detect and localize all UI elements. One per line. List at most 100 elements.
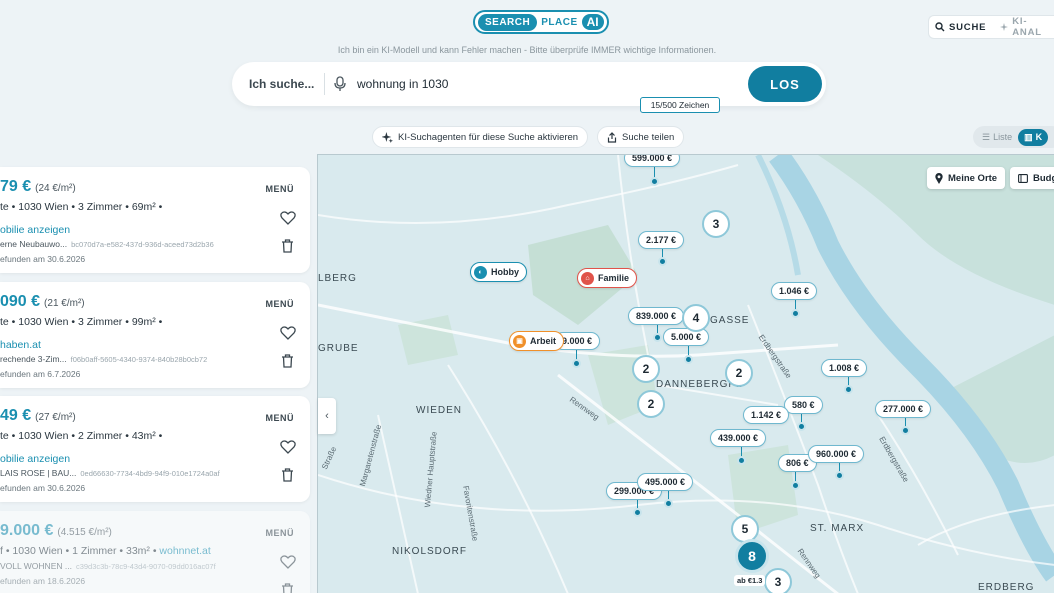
- heart-icon[interactable]: [280, 325, 296, 341]
- price-marker[interactable]: 580 €: [784, 396, 823, 414]
- price-marker[interactable]: 1.008 €: [821, 359, 868, 377]
- listing-card[interactable]: 79 € (24 €/m²) MENÜ te • 1030 Wien • 3 Zi…: [0, 167, 310, 273]
- listing-hash[interactable]: c39d3c3b-78c9-43d4-9070-09dd016ac07f: [76, 562, 216, 571]
- marker-dot: [633, 508, 642, 517]
- marker-dot: [791, 481, 800, 490]
- listing-subtitle: VOLL WOHNEN ... c39d3c3b-78c9-43d4-9070-0…: [0, 561, 216, 571]
- cluster-marker[interactable]: 2: [725, 359, 753, 387]
- cluster-marker[interactable]: 3: [764, 568, 792, 593]
- listing-link[interactable]: obilie anzeigen: [0, 224, 70, 236]
- marker-dot: [835, 471, 844, 480]
- map-background: [318, 155, 1054, 593]
- nav-suche-button[interactable]: SUCHE: [935, 22, 986, 33]
- cluster-marker[interactable]: 2: [632, 355, 660, 383]
- district-label: GASSE: [710, 315, 750, 326]
- price-marker[interactable]: 495.000 €: [637, 473, 694, 491]
- price-per-sqm: (4.515 €/m²): [57, 527, 112, 538]
- place-arbeit[interactable]: ▣ Arbeit: [509, 331, 565, 351]
- listing-hash[interactable]: f06b0aff-5605-4340-9374-840b28b0cb72: [71, 355, 208, 364]
- cluster-marker[interactable]: 3: [702, 210, 730, 238]
- marker-dot: [650, 177, 659, 186]
- price-marker[interactable]: 599.000 €: [624, 155, 681, 167]
- listing-menu-button[interactable]: MENÜ: [266, 413, 295, 423]
- listing-link[interactable]: obilie anzeigen: [0, 453, 70, 465]
- place-label: Hobby: [491, 267, 519, 277]
- place-familie[interactable]: ⌂ Familie: [577, 268, 638, 288]
- price-marker[interactable]: 277.000 €: [875, 400, 932, 418]
- listing-menu-button[interactable]: MENÜ: [266, 299, 295, 309]
- marker-dot: [572, 359, 581, 368]
- search-bar: Ich suche... LOS: [232, 62, 826, 106]
- search-prefix-label: Ich suche...: [249, 77, 315, 91]
- trash-icon[interactable]: [281, 583, 294, 593]
- ki-agents-button[interactable]: KI-Suchagenten für diese Suche aktiviere…: [372, 126, 589, 148]
- trash-icon[interactable]: [281, 468, 294, 482]
- collapse-panel-button[interactable]: ‹: [318, 398, 336, 434]
- listing-menu-button[interactable]: MENÜ: [266, 184, 295, 194]
- trash-icon[interactable]: [281, 239, 294, 253]
- map-view[interactable]: LBERG GRUBE WIEDEN DANNEBERGPL GASSE NIK…: [317, 154, 1054, 593]
- listing-price: 9.000 € (4.515 €/m²): [0, 522, 112, 539]
- listing-price: 79 € (24 €/m²): [0, 178, 76, 195]
- price-marker[interactable]: 439.000 €: [710, 429, 767, 447]
- logo-ai: AI: [581, 14, 604, 30]
- searchplace-logo[interactable]: SEARCH PLACE AI: [473, 10, 609, 34]
- price-marker[interactable]: 839.000 €: [628, 307, 685, 325]
- cluster-marker[interactable]: 4: [682, 304, 710, 332]
- cluster-marker[interactable]: 2: [637, 390, 665, 418]
- price-marker[interactable]: 1.046 €: [771, 282, 818, 300]
- listing-found-date: efunden am 30.6.2026: [0, 483, 86, 493]
- price-marker[interactable]: 2.177 €: [638, 231, 685, 249]
- sparkle-icon: [382, 131, 393, 143]
- microphone-icon[interactable]: [333, 76, 347, 92]
- price-marker[interactable]: 960.000 €: [808, 445, 865, 463]
- logo-search: SEARCH: [478, 13, 538, 31]
- listing-hash[interactable]: bc070d7a-e582-437d-936d-aceed73d2b36: [71, 240, 214, 249]
- nav-ki-label: KI-ANAL: [1012, 16, 1042, 38]
- heart-icon[interactable]: [280, 439, 296, 455]
- listing-subtitle: erne Neubauwo... bc070d7a-e582-437d-936d-…: [0, 239, 214, 249]
- listing-menu-button[interactable]: MENÜ: [266, 528, 295, 538]
- budget-button[interactable]: Budg: [1010, 167, 1054, 189]
- list-icon: ☰: [982, 131, 991, 142]
- listing-price: 090 € (21 €/m²): [0, 293, 85, 310]
- district-label: ST. MARX: [810, 523, 865, 534]
- marker-dot: [901, 426, 910, 435]
- listing-card[interactable]: 9.000 € (4.515 €/m²) MENÜ f • 1030 Wien •…: [0, 511, 310, 593]
- hobby-icon: ◐: [474, 265, 487, 279]
- logo-place: PLACE: [541, 16, 578, 28]
- price-per-sqm: (21 €/m²): [44, 298, 85, 309]
- heart-icon[interactable]: [280, 554, 296, 570]
- search-input[interactable]: [357, 77, 737, 91]
- listing-link[interactable]: haben.at: [0, 339, 41, 351]
- ai-disclaimer: Ich bin ein KI-Modell und kann Fehler ma…: [337, 45, 717, 55]
- listing-hash[interactable]: 0ed66630-7734-4bd9-94f9-010e1724a0af: [80, 469, 219, 478]
- listing-details: f • 1030 Wien • 1 Zimmer • 33m² • wohnne…: [0, 545, 211, 557]
- listing-source-link[interactable]: wohnnet.at: [159, 545, 210, 557]
- view-list-option[interactable]: ☰ Liste: [976, 132, 1018, 143]
- price-per-sqm: (27 €/m²): [35, 412, 76, 423]
- trash-icon[interactable]: [281, 354, 294, 368]
- share-icon: [607, 131, 617, 143]
- ki-agents-label: KI-Suchagenten für diese Suche aktiviere…: [398, 131, 579, 143]
- marker-dot: [844, 385, 853, 394]
- listing-card[interactable]: 49 € (27 €/m²) MENÜ te • 1030 Wien • 2 Zi…: [0, 396, 310, 502]
- share-search-button[interactable]: Suche teilen: [597, 126, 685, 148]
- nav-ki-analyse-button[interactable]: KI-ANAL: [1000, 16, 1048, 38]
- cluster-marker-selected[interactable]: 8: [735, 539, 769, 573]
- price-per-sqm: (24 €/m²): [35, 183, 76, 194]
- listing-found-date: efunden am 18.6.2026: [0, 576, 86, 586]
- sparkle-icon: [1000, 23, 1009, 31]
- price-marker[interactable]: 5.000 €: [663, 328, 710, 346]
- district-label: ERDBERG: [978, 582, 1035, 593]
- listing-card[interactable]: 090 € (21 €/m²) MENÜ te • 1030 Wien • 3 Z…: [0, 282, 310, 388]
- listing-found-date: efunden am 30.6.2026: [0, 254, 86, 264]
- place-label: Familie: [598, 273, 630, 283]
- heart-icon[interactable]: [280, 210, 296, 226]
- place-hobby[interactable]: ◐ Hobby: [470, 262, 527, 282]
- district-label: NIKOLSDORF: [392, 546, 468, 557]
- view-map-option[interactable]: ▥ K: [1018, 128, 1049, 146]
- meine-orte-button[interactable]: Meine Orte: [927, 167, 1006, 189]
- price-marker[interactable]: 1.142 €: [743, 406, 790, 424]
- los-button[interactable]: LOS: [748, 66, 822, 102]
